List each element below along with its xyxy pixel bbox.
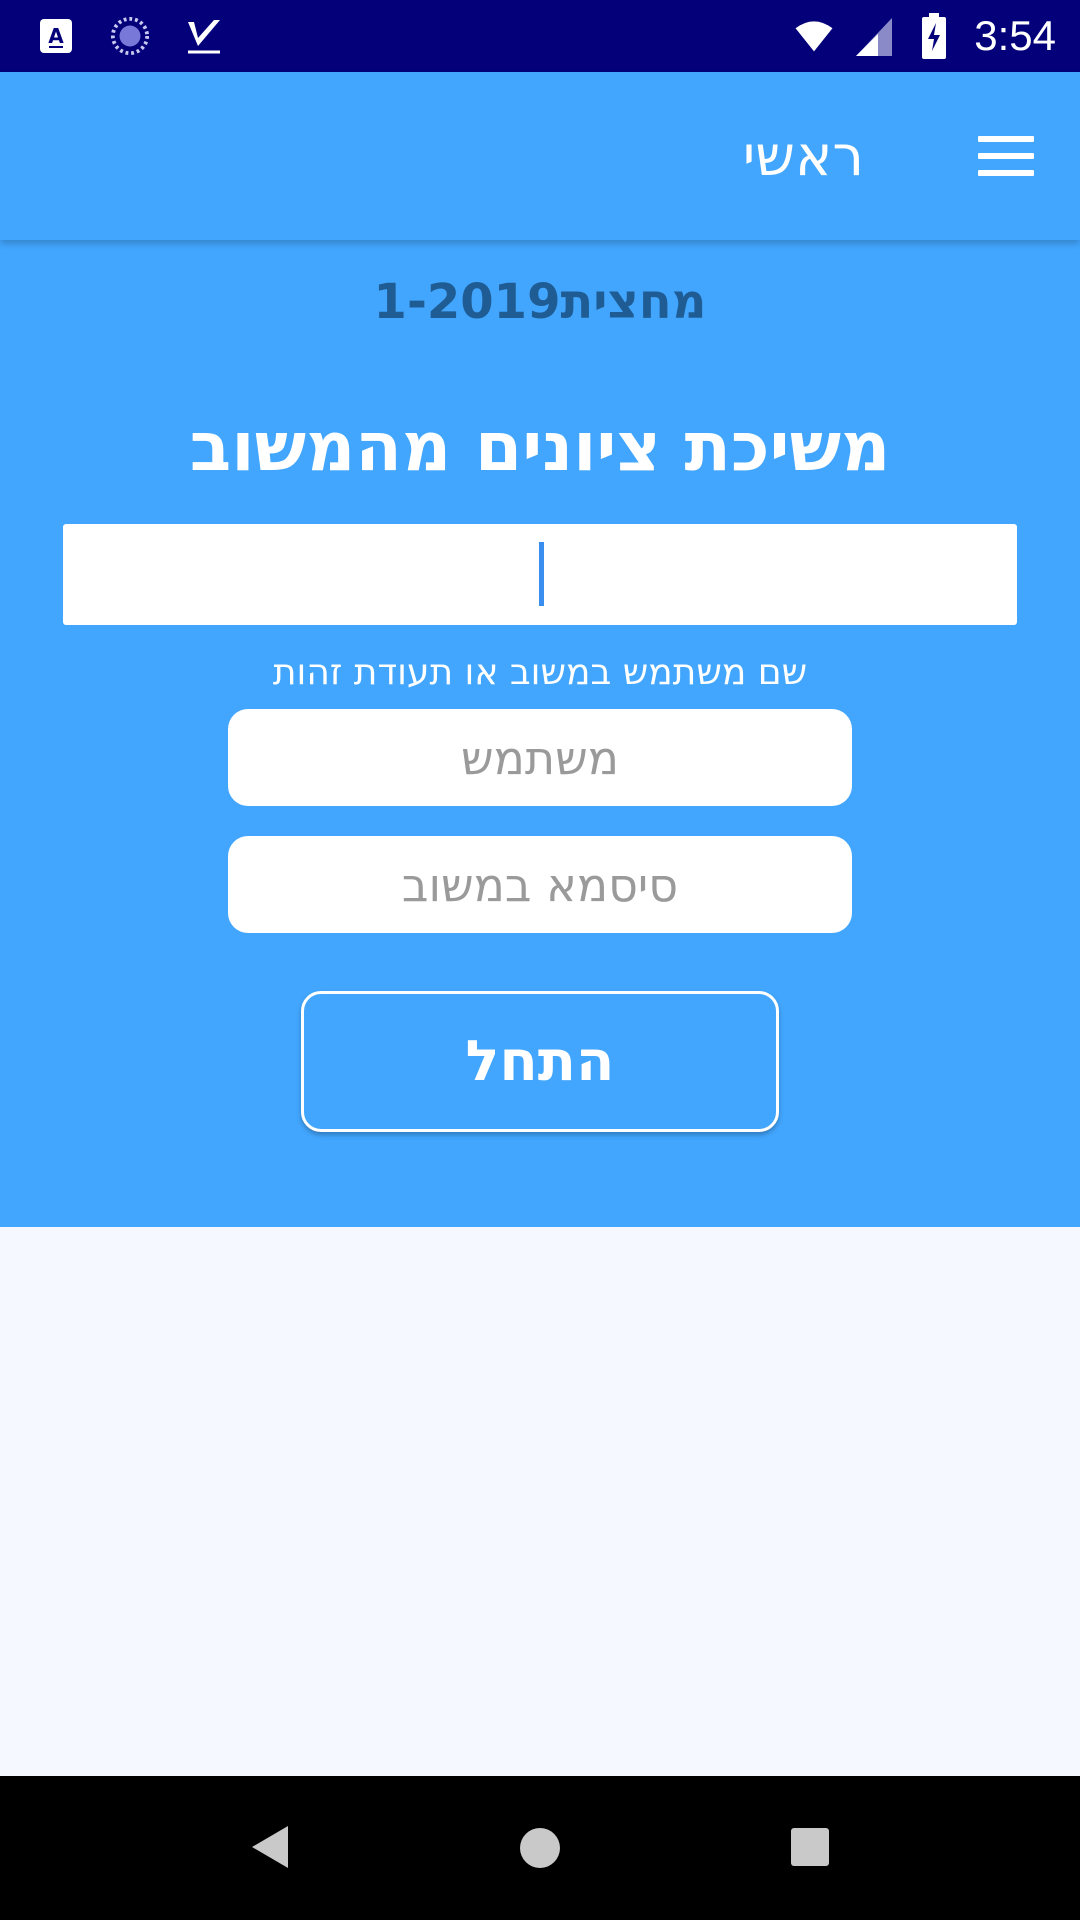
username-hint: שם משתמש במשוב או תעודת זהות <box>272 652 808 693</box>
captcha-input[interactable] <box>63 524 1017 625</box>
wifi-icon <box>794 14 834 58</box>
start-button[interactable]: התחל <box>301 991 779 1132</box>
main-panel: מחצית1-2019 משיכת ציונים מהמשוב שם משתמש… <box>0 240 1080 1227</box>
home-icon[interactable] <box>520 1828 560 1868</box>
main-heading: משיכת ציונים מהמשוב <box>189 408 891 487</box>
app-bar: ראשי <box>0 72 1080 240</box>
hamburger-menu-icon[interactable] <box>976 130 1036 182</box>
svg-text:A: A <box>48 24 64 48</box>
clock: 3:54 <box>974 12 1056 59</box>
back-icon[interactable] <box>250 1824 290 1874</box>
recent-apps-icon[interactable] <box>791 1828 829 1866</box>
semester-label: מחצית1-2019 <box>373 274 707 330</box>
sync-icon <box>110 14 150 58</box>
navigation-bar <box>0 1776 1080 1920</box>
menu-line <box>978 153 1034 159</box>
username-input[interactable] <box>228 709 852 806</box>
menu-line <box>978 136 1034 142</box>
signal-icon <box>854 14 894 58</box>
accessibility-a-icon: A <box>36 14 76 58</box>
password-input[interactable] <box>228 836 852 933</box>
page-title: ראשי <box>742 124 864 189</box>
status-bar: A 3:54 <box>0 0 1080 72</box>
battery-charging-icon <box>914 13 954 59</box>
text-cursor <box>539 542 544 606</box>
check-app-icon <box>184 14 224 58</box>
menu-line <box>978 170 1034 176</box>
